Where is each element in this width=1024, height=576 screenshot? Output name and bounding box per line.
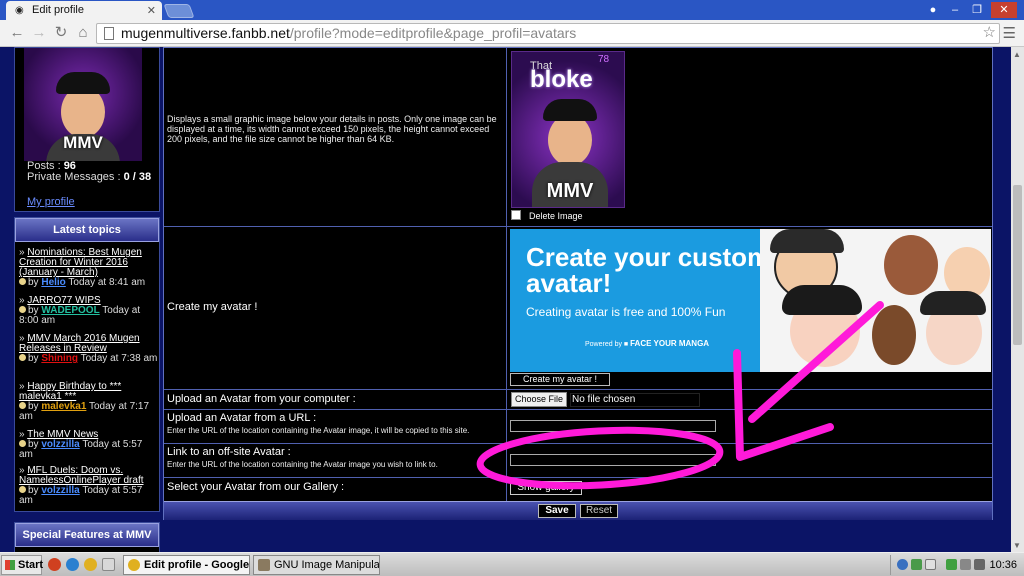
back-icon[interactable]: ← [8,24,26,42]
quicklaunch-app-icon[interactable] [48,558,61,571]
forward-icon[interactable]: → [30,24,48,42]
browser-toolbar: ← → ↻ ⌂ mugenmultiverse.fanbb.net/profil… [0,20,1024,47]
task-gimp[interactable]: GNU Image Manipulation ... [253,555,380,575]
gimp-icon [258,559,270,571]
tray-window-icon[interactable] [925,559,936,570]
close-window-button[interactable]: ✕ [991,2,1017,18]
tray-network-icon[interactable] [897,559,908,570]
restore-button[interactable]: ❐ [967,2,987,18]
url-host: mugenmultiverse.fanbb.net [121,25,290,41]
page-scrollbar[interactable]: ▲ ▼ [1011,47,1024,552]
bookmark-star-icon[interactable]: ☆ [983,23,996,41]
close-tab-icon[interactable]: ✕ [147,4,156,17]
site-favicon-icon: ◉ [15,5,24,16]
chrome-icon [128,559,140,571]
annotation-circle [476,426,724,490]
title-bar: ◉ Edit profile ✕ ● – ❐ ✕ [0,0,1024,20]
task-gimp-label: GNU Image Manipulation ... [274,559,380,571]
page-content: MMV Posts : 96 Private Messages : 0 / 38… [0,47,1011,552]
scrollbar-thumb[interactable] [1013,185,1022,345]
user-icon[interactable]: ● [923,2,943,18]
windows-logo-icon [5,560,15,570]
menu-icon[interactable]: ☰ [1003,24,1016,42]
page-icon [104,27,114,40]
address-bar[interactable]: mugenmultiverse.fanbb.net/profile?mode=e… [96,23,1000,44]
task-chrome[interactable]: Edit profile - Google ... [123,555,250,575]
taskbar: Start Edit profile - Google ... GNU Imag… [0,552,1024,576]
annotation-arrow [733,301,884,461]
scroll-down-icon[interactable]: ▼ [1013,541,1021,550]
quicklaunch-chrome-icon[interactable] [84,558,97,571]
system-tray: 10:36 [890,555,1023,575]
browser-tab[interactable]: ◉ Edit profile ✕ [6,1,162,20]
tray-battery-icon[interactable] [946,559,957,570]
taskbar-clock[interactable]: 10:36 [989,559,1017,571]
minimize-button[interactable]: – [945,2,965,18]
quicklaunch-window-icon[interactable] [102,558,115,571]
quicklaunch-ie-icon[interactable] [66,558,79,571]
tray-app-icon[interactable] [911,559,922,570]
reload-icon[interactable]: ↻ [52,24,70,42]
home-icon[interactable]: ⌂ [74,24,92,42]
annotation-overlay [476,301,884,490]
scroll-up-icon[interactable]: ▲ [1013,50,1021,59]
url-path: /profile?mode=editprofile&page_profil=av… [289,25,577,41]
new-tab-button[interactable] [163,4,195,18]
start-button[interactable]: Start [1,555,44,575]
tab-title: Edit profile [32,4,84,16]
start-label: Start [18,559,44,571]
tray-volume-icon[interactable] [974,559,985,570]
tray-flag-icon[interactable] [960,559,971,570]
task-chrome-label: Edit profile - Google ... [144,559,250,571]
